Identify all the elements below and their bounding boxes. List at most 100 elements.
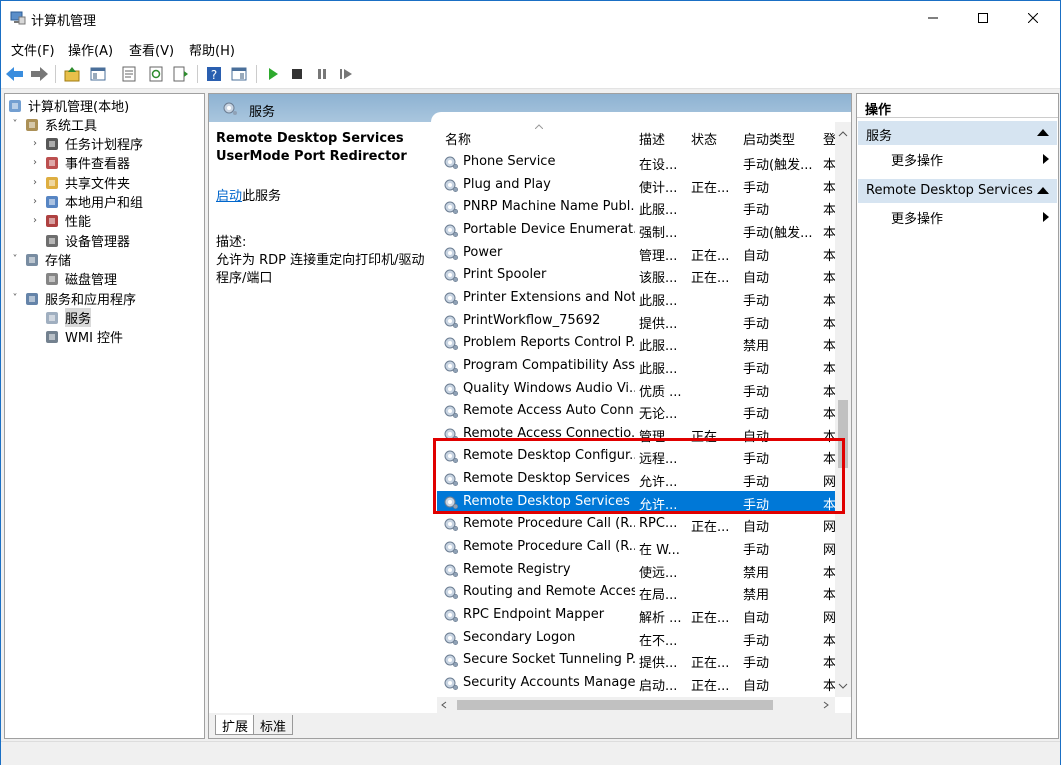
- expand-toggle-icon[interactable]: ˅: [9, 119, 21, 130]
- service-row[interactable]: Remote Procedure Call (R... 在 W... 手动 网: [437, 536, 835, 558]
- tree-item-12[interactable]: WMI 控件: [29, 327, 123, 346]
- horizontal-scroll-thumb[interactable]: [457, 700, 773, 710]
- service-row[interactable]: PrintWorkflow_75692 提供... 手动 本: [437, 310, 835, 332]
- service-row[interactable]: Plug and Play 使计... 正在... 手动 本: [437, 174, 835, 196]
- column-header-logon[interactable]: 登: [823, 129, 835, 148]
- expand-toggle-icon[interactable]: ›: [29, 177, 41, 188]
- tree-item-8[interactable]: ˅ 存储: [9, 250, 71, 269]
- restart-service-button[interactable]: [337, 65, 355, 83]
- service-row[interactable]: Remote Access Auto Conn... 无论... 手动 本: [437, 400, 835, 422]
- back-button[interactable]: [6, 65, 24, 83]
- scroll-up-icon[interactable]: [838, 131, 848, 137]
- menu-help[interactable]: 帮助(H): [189, 40, 235, 59]
- pause-service-button[interactable]: [313, 65, 331, 83]
- expand-toggle-icon[interactable]: ›: [29, 138, 41, 149]
- column-header-description[interactable]: 描述: [639, 129, 665, 148]
- menu-view[interactable]: 查看(V): [129, 40, 174, 59]
- actions-section-selected-service[interactable]: Remote Desktop Services ...: [858, 179, 1057, 203]
- tree-item-7[interactable]: 设备管理器: [29, 231, 130, 250]
- service-row[interactable]: Printer Extensions and Noti... 此服... 手动 本: [437, 287, 835, 309]
- service-row[interactable]: Remote Registry 使远... 禁用 本: [437, 559, 835, 581]
- service-row[interactable]: RPC Endpoint Mapper 解析 ... 正在... 自动 网: [437, 604, 835, 626]
- tree-item-0[interactable]: 计算机管理(本地): [7, 96, 129, 115]
- help-button[interactable]: ?: [205, 65, 223, 83]
- services-apps-icon: [26, 292, 38, 305]
- expand-toggle-icon[interactable]: ›: [29, 215, 41, 226]
- service-row[interactable]: Remote Access Connectio... 管理... 正在... 自动 本: [437, 423, 835, 445]
- service-logon: 本: [823, 384, 835, 400]
- tree-item-3[interactable]: › 事件查看器: [29, 153, 130, 172]
- tree-item-1[interactable]: ˅ 系统工具: [9, 115, 97, 134]
- scroll-right-icon[interactable]: [823, 701, 829, 709]
- service-row[interactable]: Routing and Remote Access 在局... 禁用 本: [437, 581, 835, 603]
- service-row[interactable]: Secure Socket Tunneling P... 提供... 正在... 手动…: [437, 649, 835, 671]
- show-hide-tree-button[interactable]: [89, 65, 107, 83]
- tree-item-11[interactable]: 服务: [29, 308, 92, 327]
- service-gear-icon: [443, 630, 459, 646]
- service-logon: 本: [823, 633, 835, 649]
- service-row[interactable]: Program Compatibility Assi... 此服... 手动 本: [437, 355, 835, 377]
- service-row[interactable]: Phone Service 在设... 手动(触发... 本: [437, 151, 835, 173]
- stop-service-button[interactable]: [288, 65, 306, 83]
- scroll-down-icon[interactable]: [838, 683, 848, 689]
- more-actions-2[interactable]: 更多操作: [891, 205, 1051, 227]
- service-startup-type: 禁用: [743, 588, 770, 604]
- more-actions-1[interactable]: 更多操作: [891, 147, 1051, 169]
- service-startup-type: 手动: [743, 384, 770, 400]
- expand-toggle-icon[interactable]: ›: [29, 196, 41, 207]
- service-description: 此服...: [639, 293, 678, 309]
- tree-item-6[interactable]: › 性能: [29, 211, 91, 230]
- service-gear-icon: [443, 313, 459, 329]
- column-header-startup-type[interactable]: 启动类型: [743, 129, 795, 148]
- service-row[interactable]: Secondary Logon 在不... 手动 本: [437, 627, 835, 649]
- menu-file[interactable]: 文件(F): [11, 40, 55, 59]
- service-description-panel: Remote Desktop Services UserMode Port Re…: [216, 130, 436, 288]
- service-gear-icon: [443, 403, 459, 419]
- minimize-button[interactable]: [910, 1, 956, 35]
- horizontal-scrollbar[interactable]: [437, 697, 835, 713]
- service-row[interactable]: Power 管理... 正在... 自动 本: [437, 242, 835, 264]
- tree-item-4[interactable]: › 共享文件夹: [29, 173, 130, 192]
- service-row[interactable]: Security Accounts Manager 启动... 正在... 自动 本: [437, 672, 835, 694]
- service-description: 该服...: [639, 271, 678, 287]
- tab-extended[interactable]: 扩展: [215, 715, 256, 735]
- column-header-name[interactable]: 名称: [445, 129, 471, 148]
- maximize-button[interactable]: [960, 1, 1006, 35]
- service-row[interactable]: Remote Desktop Services ... 允许... 手动 本: [437, 490, 835, 513]
- tab-standard[interactable]: 标准: [253, 715, 294, 735]
- service-row[interactable]: Remote Desktop Configur... 远程... 手动 本: [437, 445, 835, 467]
- service-name: Secure Socket Tunneling P...: [463, 652, 635, 668]
- service-row[interactable]: Print Spooler 该服... 正在... 自动 本: [437, 264, 835, 286]
- expand-toggle-icon[interactable]: ˅: [9, 293, 21, 304]
- expand-toggle-icon[interactable]: ˅: [9, 254, 21, 265]
- actions-section-services[interactable]: 服务: [858, 121, 1057, 145]
- start-service-link[interactable]: 启动: [216, 189, 242, 204]
- action-pane-button[interactable]: [230, 65, 248, 83]
- service-gear-icon: [443, 177, 459, 193]
- properties-button[interactable]: [120, 65, 138, 83]
- scroll-left-icon[interactable]: [441, 701, 447, 709]
- export-list-button[interactable]: [171, 65, 189, 83]
- service-row[interactable]: PNRP Machine Name Publ... 此服... 手动 本: [437, 196, 835, 218]
- service-row[interactable]: Remote Desktop Services 允许... 手动 网: [437, 468, 835, 490]
- vertical-scrollbar[interactable]: [835, 122, 851, 697]
- service-row[interactable]: Problem Reports Control P... 此服... 禁用 本: [437, 332, 835, 354]
- start-service-button[interactable]: [264, 65, 282, 83]
- refresh-button[interactable]: [147, 65, 165, 83]
- column-header-status[interactable]: 状态: [691, 129, 717, 148]
- up-level-button[interactable]: [63, 65, 81, 83]
- close-button[interactable]: [1010, 1, 1056, 35]
- service-row[interactable]: Quality Windows Audio Vi... 优质 ... 手动 本: [437, 378, 835, 400]
- service-row[interactable]: Portable Device Enumerat... 强制... 手动(触发...…: [437, 219, 835, 241]
- tree-item-5[interactable]: › 本地用户和组: [29, 192, 143, 211]
- forward-button[interactable]: [30, 65, 48, 83]
- vertical-scroll-thumb[interactable]: [838, 400, 848, 468]
- performance-icon: [46, 214, 58, 227]
- sort-ascending-icon: [535, 124, 543, 129]
- tree-item-2[interactable]: › 任务计划程序: [29, 134, 143, 153]
- tree-item-9[interactable]: 磁盘管理: [29, 269, 117, 288]
- service-row[interactable]: Remote Procedure Call (R... RPC... 正在... 自动…: [437, 513, 835, 535]
- expand-toggle-icon[interactable]: ›: [29, 157, 41, 168]
- tree-item-10[interactable]: ˅ 服务和应用程序: [9, 289, 136, 308]
- menu-action[interactable]: 操作(A): [68, 40, 113, 59]
